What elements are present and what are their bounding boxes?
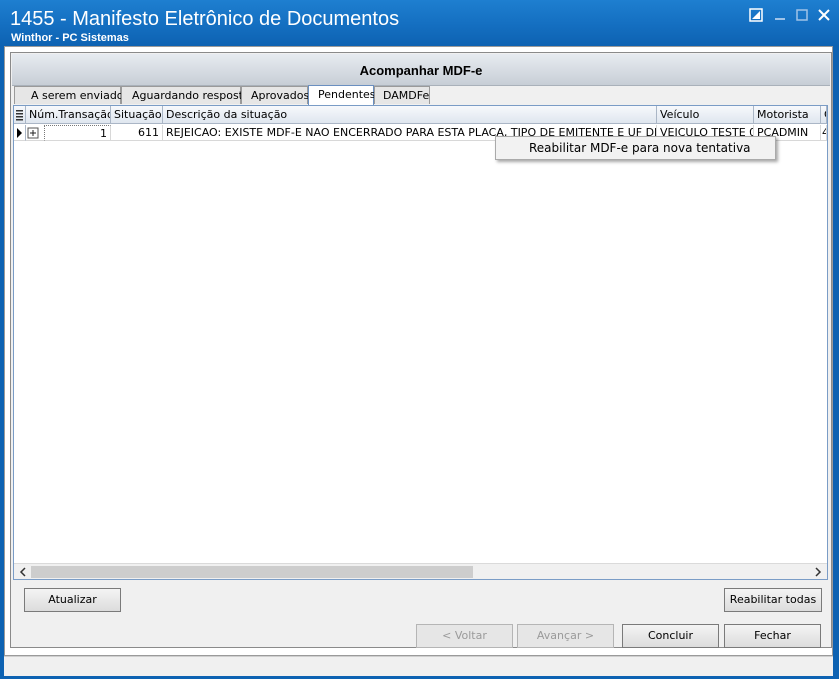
fechar-button[interactable]: Fechar xyxy=(724,624,821,648)
context-menu: Reabilitar MDF-e para nova tentativa xyxy=(495,136,776,160)
column-chooser-icon[interactable] xyxy=(14,106,26,124)
close-icon[interactable] xyxy=(816,7,832,23)
menu-item-reabilitar-mdfe[interactable]: Reabilitar MDF-e para nova tentativa xyxy=(529,141,751,155)
column-header-c[interactable]: C xyxy=(821,106,827,124)
data-grid[interactable]: Núm.Transação Situação Descrição da situ… xyxy=(13,105,828,580)
scroll-left-icon[interactable] xyxy=(17,566,29,578)
tab-aprovados[interactable]: Aprovados xyxy=(241,86,309,104)
window-border-right xyxy=(833,46,839,679)
tab-a-serem-enviados[interactable]: A serem enviados xyxy=(14,86,129,104)
cell-c[interactable]: 4 xyxy=(821,125,827,141)
app-window: 1455 - Manifesto Eletrônico de Documento… xyxy=(0,0,839,679)
reabilitar-todas-button[interactable]: Reabilitar todas xyxy=(724,588,822,612)
scrollbar-thumb[interactable] xyxy=(31,566,473,578)
column-header-descricao[interactable]: Descrição da situação xyxy=(163,106,657,124)
avancar-button[interactable]: Avançar > xyxy=(517,624,614,648)
tab-aguardando-resposta[interactable]: Aguardando resposta xyxy=(121,86,250,104)
column-header-veiculo[interactable]: Veículo xyxy=(657,106,754,124)
scroll-right-icon[interactable] xyxy=(812,566,824,578)
tab-pendentes[interactable]: Pendentes xyxy=(308,85,376,105)
title-bar: 1455 - Manifesto Eletrônico de Documento… xyxy=(0,0,839,46)
cell-situacao[interactable]: 611 xyxy=(111,125,163,141)
atualizar-button[interactable]: Atualizar xyxy=(24,588,121,612)
column-header-situacao[interactable]: Situação xyxy=(111,106,163,124)
column-header-motorista[interactable]: Motorista xyxy=(754,106,821,124)
panel-header: Acompanhar MDF-e xyxy=(12,54,830,86)
maximize-icon[interactable] xyxy=(794,7,810,23)
cell-num-transacao[interactable]: 1 xyxy=(44,125,111,141)
concluir-button[interactable]: Concluir xyxy=(622,624,719,648)
horizontal-scrollbar[interactable] xyxy=(14,563,827,579)
status-bar xyxy=(4,656,833,676)
tab-damdfe[interactable]: DAMDFe xyxy=(374,86,430,104)
expand-row-icon[interactable] xyxy=(26,125,44,141)
column-header-num-transacao[interactable]: Núm.Transação xyxy=(26,106,111,124)
voltar-button[interactable]: < Voltar xyxy=(416,624,513,648)
panel-title: Acompanhar MDF-e xyxy=(359,63,483,78)
restore-icon[interactable] xyxy=(748,7,764,23)
minimize-icon[interactable] xyxy=(772,7,788,23)
window-subtitle: Winthor - PC Sistemas xyxy=(11,32,129,44)
row-indicator-icon xyxy=(14,125,26,141)
window-title: 1455 - Manifesto Eletrônico de Documento… xyxy=(10,8,400,30)
